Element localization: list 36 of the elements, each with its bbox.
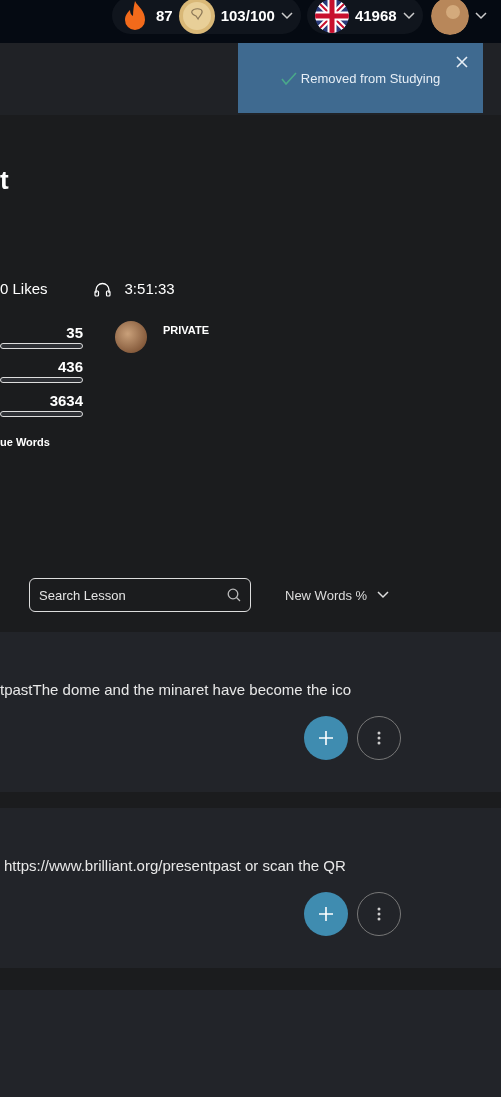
plus-icon [319,907,333,921]
owner-avatar [115,321,147,353]
coin-count: 103/100 [220,7,275,24]
add-button[interactable] [304,716,348,760]
stat-value: 35 [66,323,83,343]
points-count: 41968 [354,7,397,24]
search-field[interactable]: Search Lesson [29,578,251,612]
toast-message: Removed from Studying [300,70,441,86]
avatar [430,0,469,35]
coin-icon [178,0,215,34]
more-icon [377,731,381,745]
streak-count: 87 [156,7,173,24]
chevron-down-icon [402,11,415,20]
add-button[interactable] [304,892,348,936]
search-icon [227,588,241,602]
plus-icon [319,731,333,745]
language-pill[interactable]: 41968 [306,0,423,34]
stat-value: 436 [57,357,83,377]
chevron-down-icon [377,591,390,599]
privacy-label: PRIVATE [163,323,210,337]
close-button[interactable] [455,55,469,69]
stat-label: ue Words [0,435,51,449]
sort-dropdown[interactable]: New Words % [285,587,390,603]
headphones-icon [93,281,111,297]
checkmark-icon [280,71,297,85]
more-icon [377,907,381,921]
flag-icon [314,0,349,33]
course-title: t [0,164,10,197]
streak-coins-pill[interactable]: 87 103/100 [112,0,301,34]
chevron-down-icon [474,11,487,20]
chevron-down-icon [280,11,293,20]
lesson-excerpt: tpastThe dome and the minaret have become the ico [0,680,352,700]
stat-value: 3634 [49,391,83,411]
likes-count: 0 Likes [0,279,48,299]
lesson-excerpt: https://www.brilliant.org/presentpast or scan the QR [4,856,346,876]
audio-duration: 3:51:33 [124,279,175,299]
